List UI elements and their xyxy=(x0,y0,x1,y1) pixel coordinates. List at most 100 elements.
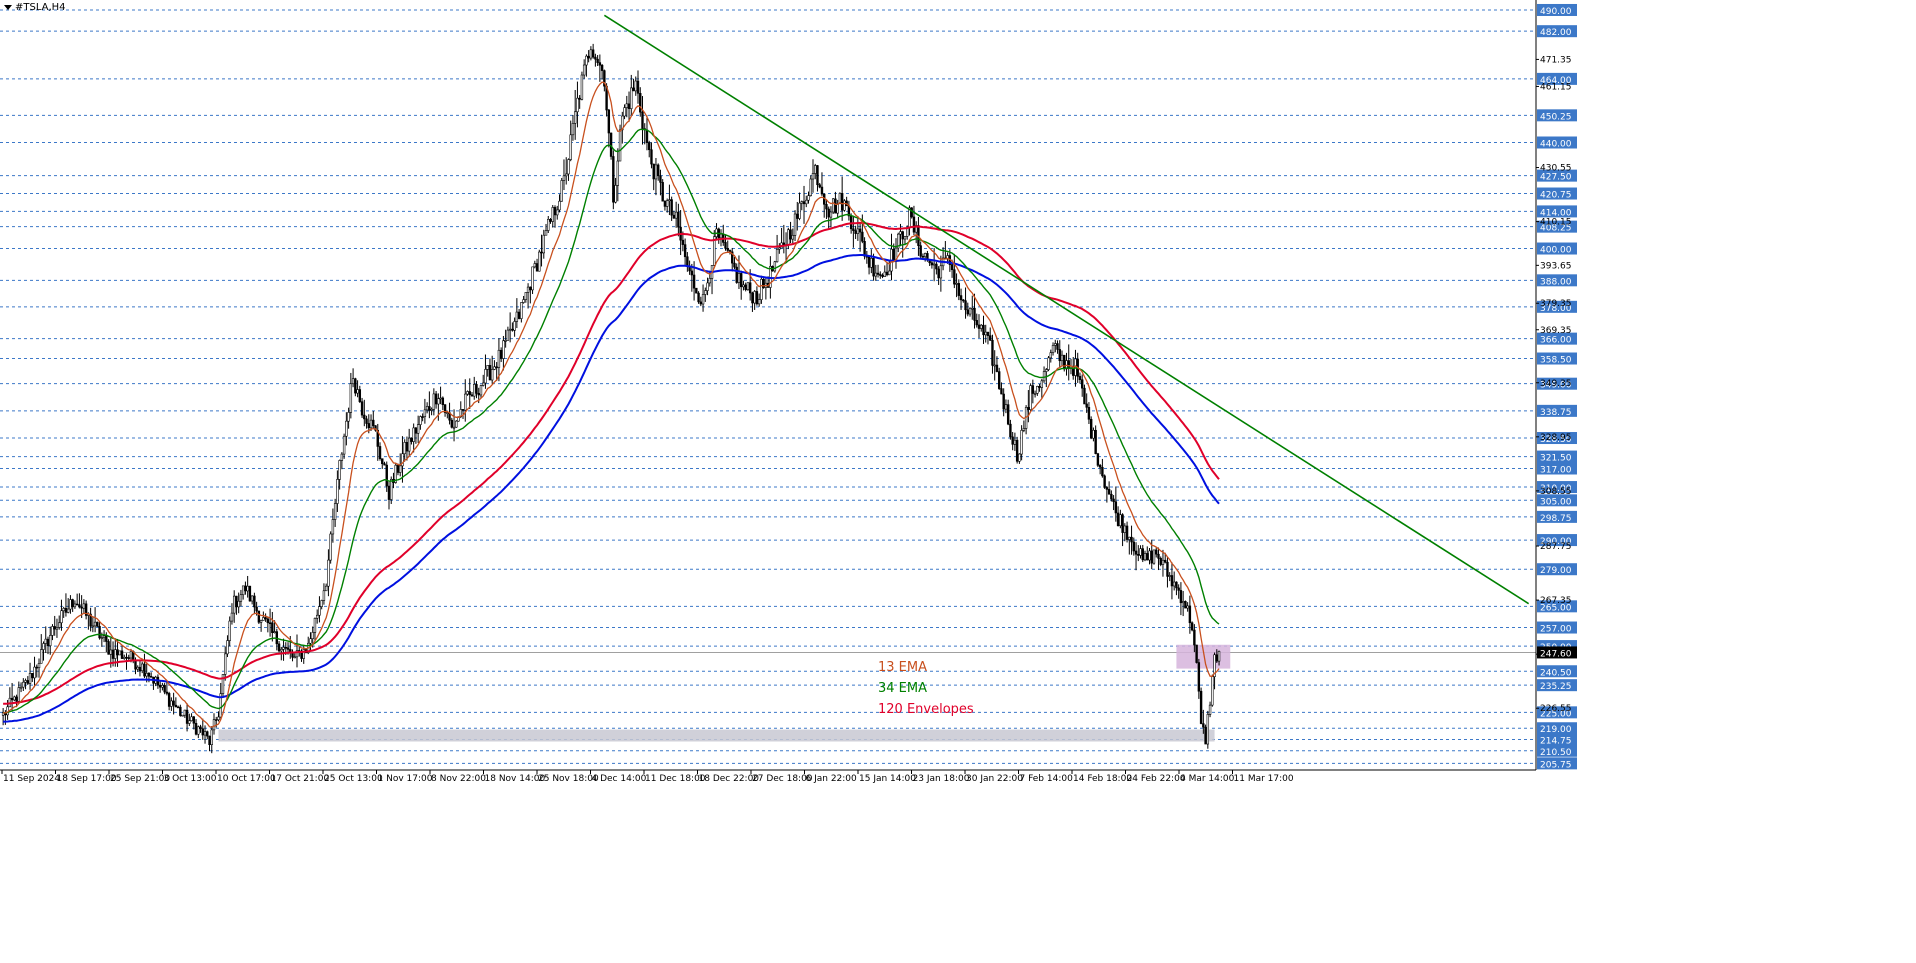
candle-body xyxy=(578,97,581,100)
candle-body xyxy=(980,324,983,329)
candle-body xyxy=(338,460,341,480)
candle-body xyxy=(773,261,777,272)
candle-body xyxy=(1110,493,1113,500)
candle-body xyxy=(746,282,750,290)
candle-body xyxy=(170,700,173,707)
time-tick-label: 25 Nov 18:00 xyxy=(538,774,599,784)
candle-body xyxy=(695,287,698,294)
candle-body xyxy=(600,64,604,71)
candle-body xyxy=(358,389,362,402)
candle-body xyxy=(639,93,642,113)
candle-body xyxy=(612,156,615,203)
candle-body xyxy=(60,610,63,624)
candle-body xyxy=(329,533,332,561)
candle-body xyxy=(968,308,972,315)
candle-body xyxy=(993,364,996,367)
candle-body xyxy=(55,627,59,630)
candle-body xyxy=(867,256,871,268)
price-label: 388.00 xyxy=(1540,277,1572,287)
candle-body xyxy=(634,80,637,92)
candle-body xyxy=(217,716,220,721)
candle-body xyxy=(280,649,283,652)
candle-body xyxy=(167,693,171,707)
candle-body xyxy=(668,199,671,202)
candle-body xyxy=(879,274,882,276)
candle-body xyxy=(206,731,209,737)
price-label: 366.00 xyxy=(1540,336,1572,346)
candle-body xyxy=(145,672,148,677)
price-tick-label: 379.35 xyxy=(1540,299,1572,309)
candle-body xyxy=(1211,676,1214,706)
envelope-upper-line xyxy=(3,221,1220,705)
candle-body xyxy=(194,722,198,735)
candle-body xyxy=(1105,487,1109,490)
candle-body xyxy=(641,111,644,129)
candle-body xyxy=(654,164,658,180)
price-chart[interactable]: 490.00482.00464.00450.25440.00427.50420.… xyxy=(0,0,1916,963)
candle-body xyxy=(544,230,548,236)
time-tick-label: 4 Mar 14:00 xyxy=(1180,774,1235,784)
candle-body xyxy=(250,595,254,602)
candle-body xyxy=(989,335,992,341)
candle-body xyxy=(33,666,36,679)
candle-body xyxy=(870,258,873,268)
price-label: 279.00 xyxy=(1540,566,1572,576)
candle-body xyxy=(497,349,501,368)
candle-body xyxy=(1045,369,1048,372)
candle-body xyxy=(663,200,667,207)
price-tick-label: 349.35 xyxy=(1540,379,1572,389)
candle-body xyxy=(13,696,16,701)
price-tick-label: 461.15 xyxy=(1540,82,1572,92)
candle-body xyxy=(1204,726,1207,745)
candle-body xyxy=(185,709,189,724)
candle-body xyxy=(315,614,319,619)
candle-body xyxy=(623,107,626,117)
candle-body xyxy=(120,650,124,659)
candle-body xyxy=(19,686,23,689)
candle-body xyxy=(560,180,563,202)
candle-body xyxy=(1000,388,1003,395)
candle-body xyxy=(437,398,440,405)
candle-body xyxy=(192,716,196,724)
time-tick-label: 11 Sep 2024 xyxy=(3,774,60,784)
candle-body xyxy=(40,649,43,664)
candle-body xyxy=(490,369,494,381)
candle-body xyxy=(17,687,21,702)
candle-body xyxy=(1217,651,1221,662)
candle-body xyxy=(719,233,723,239)
candle-body xyxy=(1141,548,1144,561)
candle-body xyxy=(733,262,736,268)
candle-body xyxy=(439,397,442,400)
candle-body xyxy=(499,349,503,359)
candle-body xyxy=(818,184,821,188)
candle-body xyxy=(324,585,328,592)
candle-body xyxy=(493,366,496,370)
candle-body xyxy=(114,649,117,659)
dropdown-arrow-icon[interactable] xyxy=(4,4,12,10)
candle-body xyxy=(277,643,281,652)
candle-body xyxy=(959,295,963,301)
candle-body xyxy=(268,622,272,625)
candle-body xyxy=(502,340,505,359)
candle-body xyxy=(937,268,940,279)
candle-body xyxy=(1181,601,1185,604)
candle-body xyxy=(82,603,86,609)
candle-body xyxy=(843,200,846,211)
price-label: 358.50 xyxy=(1540,356,1572,366)
candle-body xyxy=(609,132,613,157)
symbol-header[interactable]: #TSLA,H4 xyxy=(4,2,66,13)
candle-body xyxy=(473,384,476,397)
candle-body xyxy=(10,697,14,701)
candle-body xyxy=(378,446,382,459)
candle-body xyxy=(172,700,175,706)
candle-body xyxy=(562,175,566,181)
candle-body xyxy=(708,278,711,284)
time-tick-label: 24 Feb 22:00 xyxy=(1127,774,1186,784)
axis-layer: 490.00482.00464.00450.25440.00427.50420.… xyxy=(0,0,1916,963)
candle-body xyxy=(751,292,754,304)
candle-body xyxy=(461,409,465,411)
candle-body xyxy=(1179,590,1183,604)
time-tick-label: 11 Dec 18:00 xyxy=(645,774,706,784)
candle-body xyxy=(971,307,974,310)
candle-body xyxy=(831,198,835,213)
